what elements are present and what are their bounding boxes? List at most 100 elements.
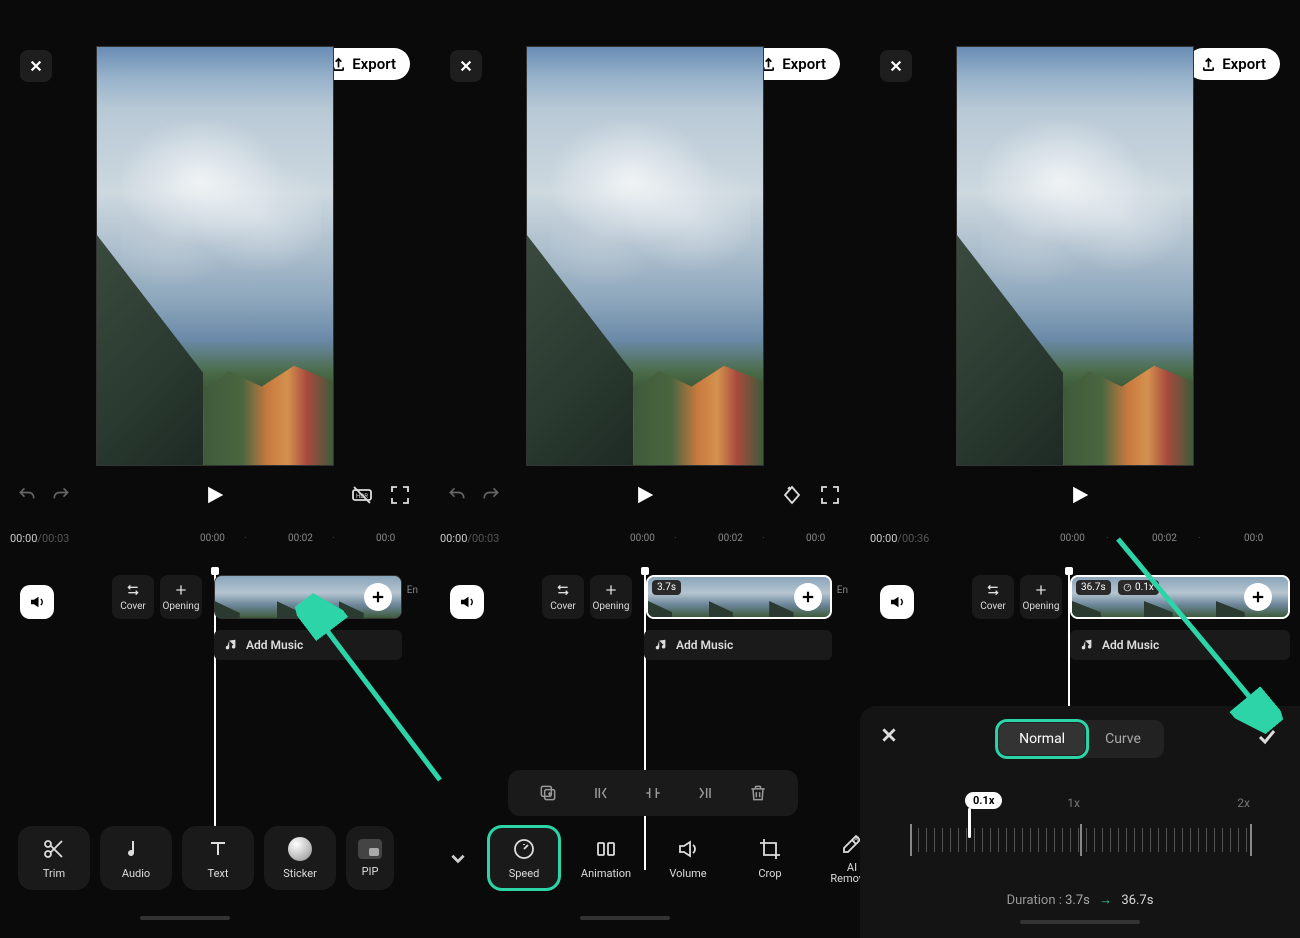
speed-mode-normal[interactable]: Normal bbox=[999, 723, 1085, 755]
crop-icon bbox=[758, 837, 782, 861]
play-button[interactable] bbox=[634, 484, 656, 506]
tool-ai-remover[interactable]: AI AI Remover bbox=[816, 826, 860, 890]
play-icon bbox=[1069, 484, 1091, 506]
plus-icon bbox=[173, 582, 189, 598]
undo-button[interactable] bbox=[14, 482, 40, 508]
play-icon bbox=[204, 484, 226, 506]
music-note-icon bbox=[224, 638, 238, 652]
close-icon bbox=[29, 59, 43, 73]
add-music-button[interactable]: Add Music bbox=[1070, 630, 1290, 660]
collapse-toolbar-button[interactable] bbox=[438, 826, 478, 890]
redo-icon bbox=[51, 485, 71, 505]
plus-icon bbox=[801, 590, 815, 604]
split-left-button[interactable] bbox=[589, 781, 613, 805]
tool-pip[interactable]: PIP bbox=[346, 826, 394, 890]
video-preview[interactable] bbox=[956, 46, 1194, 466]
close-button[interactable] bbox=[880, 50, 912, 82]
undo-icon bbox=[17, 485, 37, 505]
volume-icon bbox=[458, 593, 476, 611]
speed-slider-handle[interactable] bbox=[968, 808, 971, 838]
video-preview[interactable] bbox=[96, 46, 334, 466]
eraser-icon: AI bbox=[840, 832, 860, 856]
close-icon bbox=[459, 59, 473, 73]
tool-crop[interactable]: Crop bbox=[734, 826, 806, 890]
speedometer-icon bbox=[512, 837, 536, 861]
redo-button[interactable] bbox=[48, 482, 74, 508]
export-button[interactable]: Export bbox=[1187, 48, 1280, 80]
chevron-down-icon bbox=[449, 849, 467, 867]
split-right-button[interactable] bbox=[693, 781, 717, 805]
play-button[interactable] bbox=[204, 484, 226, 506]
close-button[interactable] bbox=[450, 50, 482, 82]
opening-button[interactable]: Opening bbox=[160, 575, 202, 619]
sheet-confirm-button[interactable] bbox=[1256, 726, 1280, 750]
close-button[interactable] bbox=[20, 50, 52, 82]
clip-duration-badge: 3.7s bbox=[652, 580, 681, 595]
pip-icon bbox=[358, 839, 382, 859]
plus-icon bbox=[603, 582, 619, 598]
tool-sticker[interactable]: Sticker bbox=[264, 826, 336, 890]
check-icon bbox=[1256, 726, 1276, 746]
speed-mode-segmented: Normal Curve bbox=[996, 720, 1164, 758]
plus-icon bbox=[1033, 582, 1049, 598]
cover-button[interactable]: Cover bbox=[542, 575, 584, 619]
toolbar-scrollbar[interactable] bbox=[580, 916, 670, 920]
swap-icon bbox=[985, 582, 1001, 598]
trash-icon bbox=[748, 783, 768, 803]
redo-icon bbox=[481, 485, 501, 505]
undo-button[interactable] bbox=[444, 482, 470, 508]
add-clip-button[interactable] bbox=[794, 583, 822, 611]
speed-slider[interactable]: 1x 2x 0.1x bbox=[910, 796, 1250, 846]
mute-button[interactable] bbox=[880, 585, 914, 619]
fullscreen-button[interactable] bbox=[388, 483, 412, 507]
volume-icon bbox=[28, 593, 46, 611]
video-preview[interactable] bbox=[526, 46, 764, 466]
add-clip-button[interactable] bbox=[364, 583, 392, 611]
keyframe-button[interactable] bbox=[780, 483, 804, 507]
cover-button[interactable]: Cover bbox=[972, 575, 1014, 619]
mute-button[interactable] bbox=[450, 585, 484, 619]
tool-speed[interactable]: Speed bbox=[488, 826, 560, 890]
ending-button[interactable]: En bbox=[407, 585, 418, 596]
duration-readout: Duration : 3.7s → 36.7s bbox=[860, 892, 1300, 908]
clip-action-bar bbox=[508, 770, 798, 816]
split-right-icon bbox=[695, 783, 715, 803]
toolbar-scrollbar[interactable] bbox=[140, 916, 230, 920]
add-music-button[interactable]: Add Music bbox=[214, 630, 402, 660]
tool-trim[interactable]: Trim bbox=[18, 826, 90, 890]
mute-button[interactable] bbox=[20, 585, 54, 619]
split-button[interactable] bbox=[641, 781, 665, 805]
cover-button[interactable]: Cover bbox=[112, 575, 154, 619]
tool-text[interactable]: Text bbox=[182, 826, 254, 890]
add-music-button[interactable]: Add Music bbox=[644, 630, 832, 660]
opening-button[interactable]: Opening bbox=[590, 575, 632, 619]
close-icon bbox=[889, 59, 903, 73]
hdr-toggle-button[interactable]: HDR bbox=[350, 483, 374, 507]
timecode-row: 00:00/00:36 00:00 · 00:02 · 00:0 bbox=[860, 528, 1300, 548]
add-clip-button[interactable] bbox=[1244, 583, 1272, 611]
volume-icon bbox=[888, 593, 906, 611]
animation-icon bbox=[594, 837, 618, 861]
fullscreen-button[interactable] bbox=[818, 483, 842, 507]
sheet-scrollbar[interactable] bbox=[1020, 920, 1140, 924]
arrow-right-icon: → bbox=[1099, 893, 1112, 908]
fullscreen-icon bbox=[388, 483, 412, 507]
ending-button[interactable]: En bbox=[837, 585, 848, 596]
timecode-duration: 00:03 bbox=[42, 532, 69, 545]
play-button[interactable] bbox=[1069, 484, 1091, 506]
copy-clip-button[interactable] bbox=[536, 781, 560, 805]
hdr-off-icon: HDR bbox=[350, 483, 374, 507]
opening-button[interactable]: Opening bbox=[1020, 575, 1062, 619]
split-icon bbox=[643, 783, 663, 803]
timecode-current: 00:00 bbox=[10, 532, 37, 545]
sheet-close-button[interactable] bbox=[880, 726, 904, 750]
tool-volume[interactable]: Volume bbox=[652, 826, 724, 890]
plus-icon bbox=[1251, 590, 1265, 604]
speed-mode-curve[interactable]: Curve bbox=[1085, 723, 1161, 755]
redo-button[interactable] bbox=[478, 482, 504, 508]
delete-clip-button[interactable] bbox=[746, 781, 770, 805]
tool-audio[interactable]: Audio bbox=[100, 826, 172, 890]
music-icon bbox=[124, 837, 148, 861]
swap-icon bbox=[125, 582, 141, 598]
tool-animation[interactable]: Animation bbox=[570, 826, 642, 890]
